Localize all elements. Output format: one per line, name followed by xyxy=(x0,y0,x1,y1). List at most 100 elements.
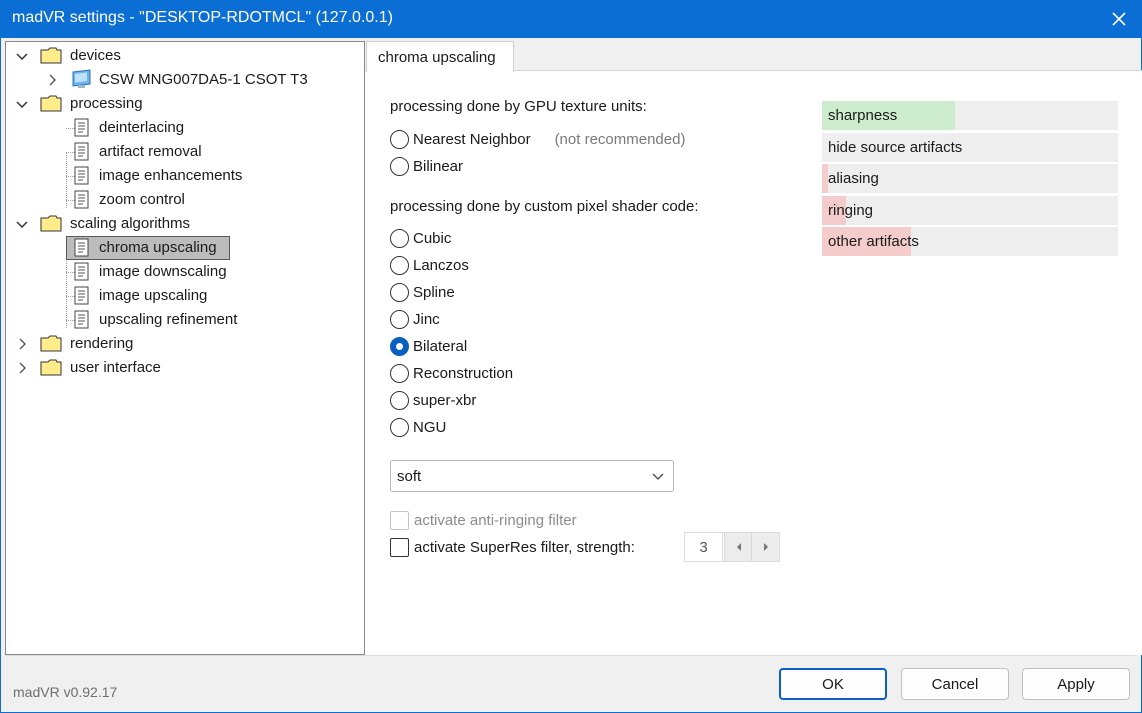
tree-item-processing[interactable]: processing xyxy=(70,95,143,112)
anti-ringing-checkbox-row: activate anti-ringing filter xyxy=(390,509,577,531)
page-icon xyxy=(74,238,89,257)
radio-label: Bilinear xyxy=(413,157,464,175)
page-icon xyxy=(74,310,89,329)
tree-item-image-downscaling[interactable]: image downscaling xyxy=(99,263,227,280)
page-icon xyxy=(74,262,89,281)
settings-tree[interactable]: devices CSW MNG007DA5-1 CSOT T3 processi… xyxy=(5,41,365,655)
tree-item-image-enhancements[interactable]: image enhancements xyxy=(99,167,242,184)
window-title: madVR settings - "DESKTOP-RDOTMCL" (127.… xyxy=(12,9,393,26)
decrease-button[interactable] xyxy=(724,533,752,561)
rating-bar-aliasing: aliasing xyxy=(822,164,1118,193)
tree-item-scaling-algorithms[interactable]: scaling algorithms xyxy=(70,215,190,232)
radio-label: NGU xyxy=(413,418,447,436)
chevron-down-icon[interactable] xyxy=(15,49,29,63)
tree-item-zoom-control[interactable]: zoom control xyxy=(99,191,185,208)
ok-button[interactable]: OK xyxy=(779,668,887,700)
rating-label: hide source artifacts xyxy=(828,139,963,156)
radio-cubic[interactable]: Cubic xyxy=(390,227,451,249)
tree-item-user-interface[interactable]: user interface xyxy=(70,359,161,376)
radio-label: Reconstruction xyxy=(413,364,514,382)
footer-divider xyxy=(5,655,1137,656)
tree-item-artifact-removal[interactable]: artifact removal xyxy=(99,143,202,160)
dropdown-value: soft xyxy=(397,467,422,485)
cancel-button[interactable]: Cancel xyxy=(901,668,1009,700)
rating-label: aliasing xyxy=(828,170,879,187)
radio-label: Cubic xyxy=(413,229,452,247)
chevron-down-icon[interactable] xyxy=(15,217,29,231)
folder-icon xyxy=(40,359,62,376)
radio-button[interactable] xyxy=(390,417,409,437)
radio-lanczos[interactable]: Lanczos xyxy=(390,254,469,276)
caret-left-icon xyxy=(736,543,741,551)
page-icon xyxy=(74,142,89,161)
increase-button[interactable] xyxy=(751,533,779,561)
radio-button[interactable] xyxy=(390,228,409,248)
chevron-right-icon[interactable] xyxy=(45,73,59,87)
folder-icon xyxy=(40,47,62,64)
tab-chroma-upscaling[interactable]: chroma upscaling xyxy=(366,41,514,72)
radio-button[interactable] xyxy=(390,363,409,383)
tree-item-image-upscaling[interactable]: image upscaling xyxy=(99,287,207,304)
radio-button[interactable] xyxy=(390,129,409,149)
anti-ringing-label: activate anti-ringing filter xyxy=(414,511,577,529)
radio-button[interactable] xyxy=(390,282,409,302)
apply-button[interactable]: Apply xyxy=(1022,668,1130,700)
version-label: madVR v0.92.17 xyxy=(13,684,118,700)
radio-button[interactable] xyxy=(390,255,409,275)
page-icon xyxy=(74,166,89,185)
tree-item-upscaling-refinement[interactable]: upscaling refinement xyxy=(99,311,237,328)
superres-strength-spinner[interactable]: 3 xyxy=(684,532,780,562)
folder-icon xyxy=(40,95,62,112)
chevron-right-icon[interactable] xyxy=(15,361,29,375)
radio-label: Lanczos xyxy=(413,256,469,274)
monitor-icon xyxy=(72,69,91,88)
radio-bilinear[interactable]: Bilinear xyxy=(390,155,463,177)
radio-ngu[interactable]: NGU xyxy=(390,416,446,438)
strength-value[interactable]: 3 xyxy=(685,533,723,561)
radio-button-selected[interactable] xyxy=(390,336,409,356)
close-icon xyxy=(1112,12,1126,26)
title-bar: madVR settings - "DESKTOP-RDOTMCL" (127.… xyxy=(0,0,1142,38)
radio-bilateral[interactable]: Bilateral xyxy=(390,335,467,357)
folder-icon xyxy=(40,215,62,232)
radio-button[interactable] xyxy=(390,309,409,329)
tree-item-chroma-upscaling[interactable]: chroma upscaling xyxy=(99,239,217,256)
chevron-right-icon[interactable] xyxy=(15,337,29,351)
radio-label: super-xbr xyxy=(413,391,477,409)
shader-section-heading: processing done by custom pixel shader c… xyxy=(390,198,699,215)
radio-nearest-neighbor[interactable]: Nearest Neighbor (not recommended) xyxy=(390,128,685,150)
rating-bar-other-artifacts: other artifacts xyxy=(822,227,1118,256)
tree-connector xyxy=(66,248,67,328)
radio-button[interactable] xyxy=(390,390,409,410)
radio-button[interactable] xyxy=(390,156,409,176)
radio-jinc[interactable]: Jinc xyxy=(390,308,440,330)
tree-item-devices[interactable]: devices xyxy=(70,47,121,64)
page-icon xyxy=(74,286,89,305)
close-button[interactable] xyxy=(1096,0,1142,38)
page-icon xyxy=(74,190,89,209)
chevron-down-icon[interactable] xyxy=(15,97,29,111)
page-icon xyxy=(74,118,89,137)
rating-label: other artifacts xyxy=(828,233,919,250)
tree-item-device[interactable]: CSW MNG007DA5-1 CSOT T3 xyxy=(99,71,308,88)
rating-label: ringing xyxy=(828,202,874,219)
superres-checkbox[interactable] xyxy=(390,537,409,557)
folder-icon xyxy=(40,335,62,352)
radio-super-xbr[interactable]: super-xbr xyxy=(390,389,476,411)
gpu-section-heading: processing done by GPU texture units: xyxy=(390,98,647,115)
radio-label: Jinc xyxy=(413,310,440,328)
rating-bar-sharpness: sharpness xyxy=(822,101,1118,130)
rating-bar-ringing: ringing xyxy=(822,196,1118,225)
tree-item-deinterlacing[interactable]: deinterlacing xyxy=(99,119,184,136)
caret-right-icon xyxy=(763,543,768,551)
anti-ringing-checkbox[interactable] xyxy=(390,510,409,530)
radio-label: Nearest Neighbor xyxy=(413,130,531,148)
quality-dropdown[interactable]: soft xyxy=(390,460,674,492)
radio-spline[interactable]: Spline xyxy=(390,281,455,303)
tree-item-rendering[interactable]: rendering xyxy=(70,335,133,352)
radio-reconstruction[interactable]: Reconstruction xyxy=(390,362,513,384)
rating-bar-hide-source-artifacts: hide source artifacts xyxy=(822,133,1118,162)
rating-label: sharpness xyxy=(828,107,898,124)
not-recommended-note: (not recommended) xyxy=(554,130,686,148)
chevron-down-icon xyxy=(652,473,664,480)
